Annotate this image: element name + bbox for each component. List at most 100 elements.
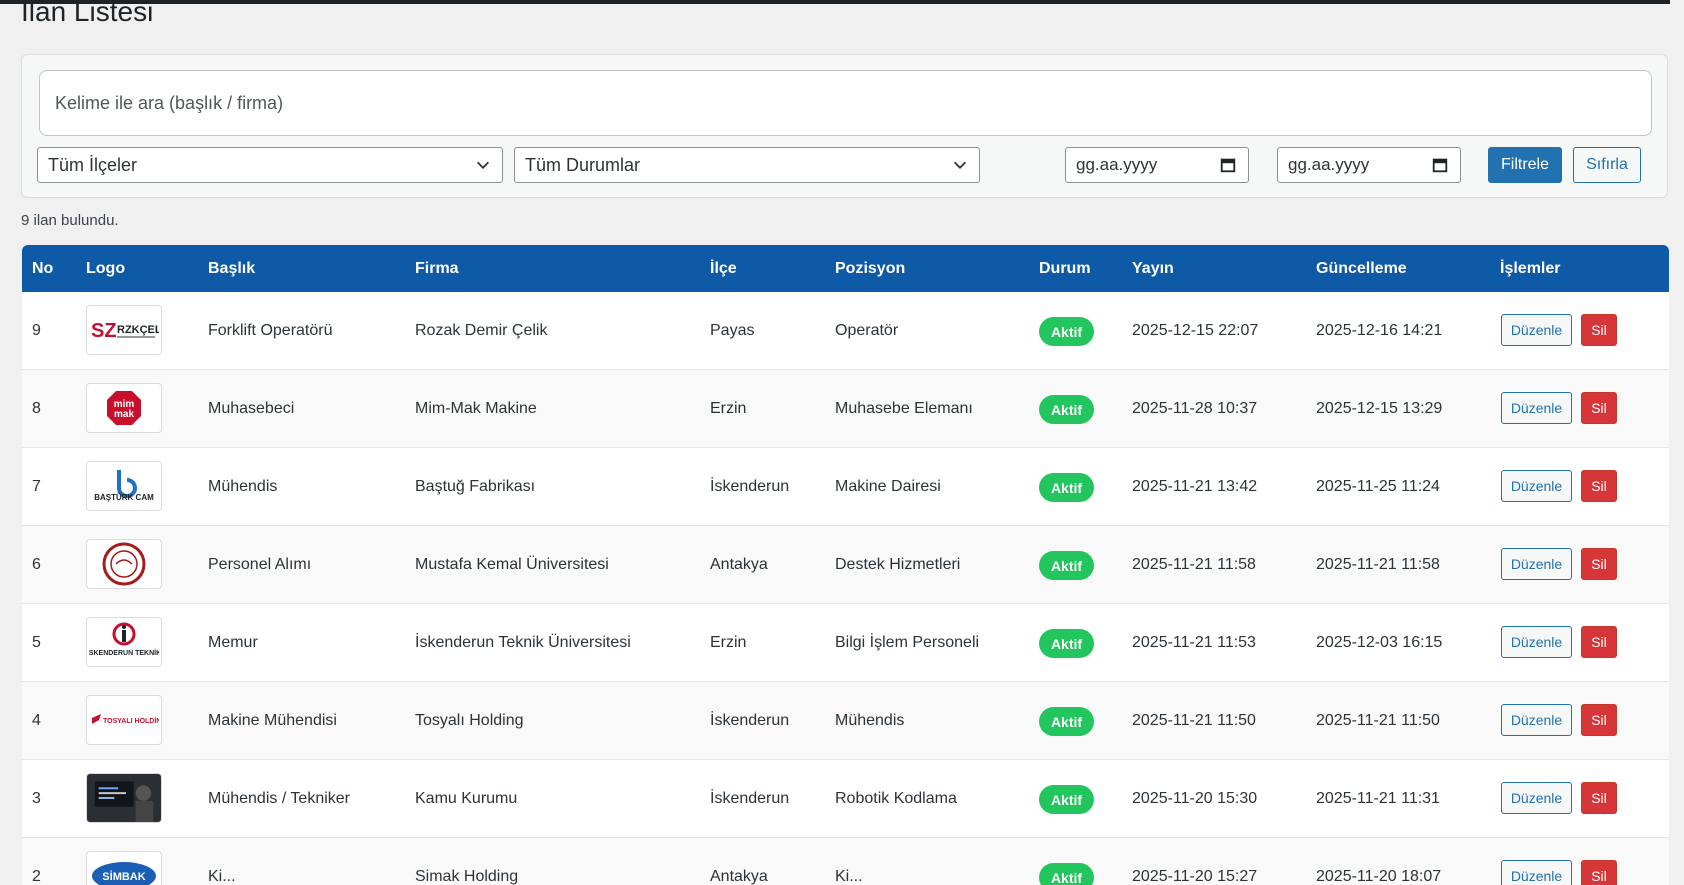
delete-button[interactable]: Sil <box>1581 548 1617 580</box>
row-position: Mühendis <box>835 712 905 729</box>
calendar-icon[interactable] <box>1431 156 1449 174</box>
row-district: İskenderun <box>710 790 790 807</box>
edit-button[interactable]: Düzenle <box>1501 782 1572 814</box>
edit-button[interactable]: Düzenle <box>1501 704 1572 736</box>
delete-button[interactable]: Sil <box>1581 626 1617 658</box>
row-updated: 2025-11-21 11:31 <box>1316 790 1440 807</box>
district-select[interactable]: Tüm İlçeler <box>37 147 503 183</box>
result-count: 9 ilan bulundu. <box>21 212 119 229</box>
delete-button[interactable]: Sil <box>1581 782 1617 814</box>
row-position: Bilgi İşlem Personeli <box>835 634 980 651</box>
chevron-down-icon <box>953 161 967 169</box>
delete-button[interactable]: Sil <box>1581 470 1617 502</box>
search-placeholder: Kelime ile ara (başlık / firma) <box>55 92 284 113</box>
company-logo: TOSYALI HOLDİNG <box>86 695 162 745</box>
row-district: Erzin <box>710 634 747 651</box>
row-district: Erzin <box>710 400 747 417</box>
table-header: No Logo Başlık Firma İlçe Pozisyon Durum… <box>22 245 1669 292</box>
column-header-district: İlçe <box>710 260 737 277</box>
row-company: Baştuğ Fabrikası <box>415 478 536 495</box>
delete-button[interactable]: Sil <box>1581 704 1617 736</box>
row-updated: 2025-11-20 18:07 <box>1316 868 1442 885</box>
date-from-input[interactable]: gg.aa.yyyy <box>1065 147 1249 183</box>
row-district: İskenderun <box>710 712 790 729</box>
company-logo <box>86 773 162 823</box>
edit-button[interactable]: Düzenle <box>1501 470 1572 502</box>
column-header-published: Yayın <box>1132 260 1174 277</box>
row-company: Tosyalı Holding <box>415 712 524 729</box>
edit-button[interactable]: Düzenle <box>1501 314 1572 346</box>
status-badge: Aktif <box>1039 473 1094 502</box>
edit-button[interactable]: Düzenle <box>1501 392 1572 424</box>
edit-button[interactable]: Düzenle <box>1501 860 1572 885</box>
row-company: İskenderun Teknik Üniversitesi <box>415 634 631 651</box>
status-badge: Aktif <box>1039 629 1094 658</box>
row-district: İskenderun <box>710 478 790 495</box>
status-badge: Aktif <box>1039 317 1094 346</box>
edit-button[interactable]: Düzenle <box>1501 626 1572 658</box>
row-company: Kamu Kurumu <box>415 790 518 807</box>
row-no: 6 <box>32 556 41 573</box>
row-title: Makine Mühendisi <box>208 712 337 729</box>
table-row: 6 Personel Alımı Mustafa Kemal Üniversites… <box>22 526 1669 604</box>
column-header-logo: Logo <box>86 260 126 277</box>
svg-text:BAŞTÜRK CAM: BAŞTÜRK CAM <box>94 493 154 502</box>
row-updated: 2025-11-25 11:24 <box>1316 478 1440 495</box>
date-to-placeholder: gg.aa.yyyy <box>1288 155 1370 174</box>
row-updated: 2025-12-03 16:15 <box>1316 634 1443 651</box>
status-badge: Aktif <box>1039 395 1094 424</box>
column-header-status: Durum <box>1039 260 1091 277</box>
row-published: 2025-11-21 11:53 <box>1132 634 1256 651</box>
row-position: Destek Hizmetleri <box>835 556 961 573</box>
row-published: 2025-11-20 15:27 <box>1132 868 1258 885</box>
row-company: Rozak Demir Çelik <box>415 322 548 339</box>
svg-text:SZ: SZ <box>91 320 117 342</box>
row-company: Simak Holding <box>415 868 519 885</box>
reset-button[interactable]: Sıfırla <box>1573 147 1641 183</box>
row-no: 3 <box>32 790 41 807</box>
search-input[interactable]: Kelime ile ara (başlık / firma) <box>39 70 1652 136</box>
row-published: 2025-11-20 15:30 <box>1132 790 1258 807</box>
date-to-input[interactable]: gg.aa.yyyy <box>1277 147 1461 183</box>
delete-button[interactable]: Sil <box>1581 860 1617 885</box>
column-header-title: Başlık <box>208 260 256 277</box>
column-header-position: Pozisyon <box>835 260 906 277</box>
svg-text:mak: mak <box>114 409 134 420</box>
delete-button[interactable]: Sil <box>1581 392 1617 424</box>
status-select[interactable]: Tüm Durumlar <box>514 147 980 183</box>
page-scrollbar[interactable] <box>1670 0 1684 874</box>
row-updated: 2025-11-21 11:50 <box>1316 712 1440 729</box>
company-logo: SZRZKÇELİK <box>86 305 162 355</box>
company-logo: İSKENDERUN TEKNİK <box>86 617 162 667</box>
row-company: Mim-Mak Makine <box>415 400 537 417</box>
column-header-updated: Güncelleme <box>1316 260 1407 277</box>
chevron-down-icon <box>476 161 490 169</box>
row-published: 2025-11-21 11:50 <box>1132 712 1256 729</box>
row-no: 7 <box>32 478 41 495</box>
company-logo: SİMBAK <box>86 851 162 885</box>
row-title: Forklift Operatörü <box>208 322 333 339</box>
table-row: 9 SZRZKÇELİK Forklift Operatörü Rozak Demir… <box>22 292 1669 370</box>
filter-panel: Kelime ile ara (başlık / firma) Tüm İlçe… <box>21 54 1668 198</box>
row-company: Mustafa Kemal Üniversitesi <box>415 556 609 573</box>
table-row: 3 Mühendis / Tekniker Kamu Kurumu İskenderu… <box>22 760 1669 838</box>
row-title: Muhasebeci <box>208 400 295 417</box>
row-updated: 2025-12-16 14:21 <box>1316 322 1443 339</box>
column-header-actions: İşlemler <box>1500 260 1561 277</box>
svg-text:SİMBAK: SİMBAK <box>102 870 145 883</box>
row-updated: 2025-11-21 11:58 <box>1316 556 1440 573</box>
calendar-icon[interactable] <box>1219 156 1237 174</box>
row-position: Muhasebe Elemanı <box>835 400 973 417</box>
row-title: Mühendis / Tekniker <box>208 790 350 807</box>
delete-button[interactable]: Sil <box>1581 314 1617 346</box>
row-title: Memur <box>208 634 258 651</box>
company-logo <box>86 539 162 589</box>
edit-button[interactable]: Düzenle <box>1501 548 1572 580</box>
row-position: Robotik Kodlama <box>835 790 957 807</box>
table-row: 2 SİMBAK Ki... Simak Holding Antakya Ki... Akt… <box>22 838 1669 885</box>
row-no: 2 <box>32 868 41 885</box>
row-no: 5 <box>32 634 41 651</box>
column-header-company: Firma <box>415 260 459 277</box>
filter-button[interactable]: Filtrele <box>1488 147 1562 183</box>
status-badge: Aktif <box>1039 707 1094 736</box>
